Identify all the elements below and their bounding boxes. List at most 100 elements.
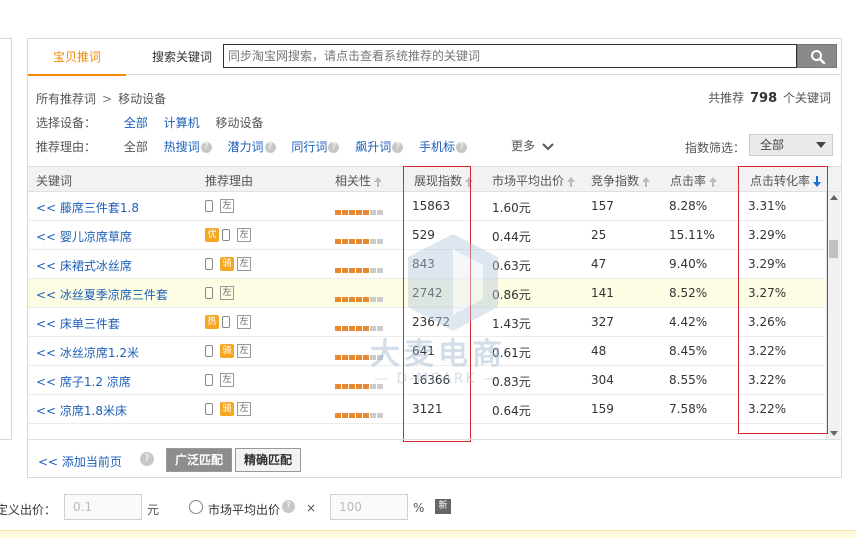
reason-tag: 左 [220,285,234,300]
relevance-segment [335,326,341,331]
caret-down-icon [816,142,826,148]
percent-input[interactable]: 100 [330,494,408,520]
help-icon[interactable]: ? [200,142,212,153]
header-avg-bid[interactable]: 市场平均出价 [492,172,576,189]
competition-cell: 304 [591,373,614,387]
breadcrumb: 所有推荐词 > 移动设备 [36,90,166,107]
help-icon[interactable]: ? [282,500,295,513]
header-show-index[interactable]: 展现指数 [414,172,474,189]
help-icon[interactable]: ? [456,142,468,153]
table-row[interactable]: << 婴儿凉席草席优左 529 0.44元 25 15.11% 3.29% [28,221,825,250]
table-row[interactable]: << 藤席三件套1.8 左 15863 1.60元 157 8.28% 3.31% [28,192,825,221]
keyword-link[interactable]: << 席子1.2 凉席 [36,373,131,390]
scroll-down-icon[interactable] [830,431,838,436]
help-icon[interactable]: ? [328,142,340,153]
breadcrumb-root[interactable]: 所有推荐词 [36,92,96,106]
relevance-bar [335,378,384,392]
reason-option-rising-label: 飙升词 [355,140,392,154]
tab-item-recommend[interactable]: 宝贝推词 [28,39,126,76]
keyword-link[interactable]: << 婴儿凉席草席 [36,228,132,245]
mobile-icon [205,402,213,415]
custom-bid-label: 定义出价： [0,503,57,517]
reason-tag: 左 [237,256,251,271]
keyword-link[interactable]: << 床裙式冰丝席 [36,257,132,274]
custom-bid-input[interactable]: 0.1 [64,494,142,520]
show-index-cell: 15863 [412,199,451,213]
cvr-cell: 3.27% [748,286,787,300]
relevance-segment [342,355,348,360]
keyword-link[interactable]: << 床单三件套 [36,315,120,332]
broad-match-button[interactable]: 广泛匹配 [166,448,233,472]
header-relevance[interactable]: 相关性 [335,172,383,189]
search-button[interactable] [797,44,837,68]
ctr-cell: 8.55% [669,373,708,387]
competition-cell: 48 [591,344,607,358]
exact-match-button[interactable]: 精确匹配 [235,448,302,472]
cvr-cell: 3.26% [748,315,787,329]
header-relevance-label: 相关性 [335,174,372,188]
ctr-cell: 4.42% [669,315,708,329]
scroll-up-icon[interactable] [830,195,838,200]
help-icon[interactable]: ? [392,142,404,153]
table-row[interactable]: << 冰丝凉席1.2米 骑左 641 0.61元 48 8.45% 3.22% [28,337,825,366]
ctr-cell: 7.58% [669,402,708,416]
keyword-link[interactable]: << 冰丝凉席1.2米 [36,344,139,361]
relevance-segment [335,297,341,302]
reason-option-hot[interactable]: 热搜词? [164,138,212,155]
relevance-segment [349,355,355,360]
reason-tag: 左 [220,372,234,387]
header-competition[interactable]: 竞争指数 [591,172,651,189]
relevance-segment [356,210,362,215]
relevance-segment [370,210,376,215]
device-option-mobile[interactable]: 移动设备 [216,114,264,131]
reason-option-rising[interactable]: 飙升词? [355,138,404,155]
sort-down-icon [813,176,822,187]
relevance-segment [370,355,376,360]
relevance-segment [349,239,355,244]
keyword-link[interactable]: << 凉席1.8米床 [36,402,127,419]
help-icon[interactable]: ? [264,142,276,153]
cvr-cell: 3.31% [748,199,787,213]
table-row[interactable]: << 席子1.2 凉席 左 16366 0.83元 304 8.55% 3.22% [28,366,825,395]
relevance-segment [377,326,383,331]
device-filter-label: 选择设备： [36,116,97,130]
sort-up-icon [374,176,383,187]
show-index-cell: 3121 [412,402,443,416]
relevance-segment [356,413,362,418]
avg-bid-cell: 0.83元 [492,375,531,389]
relevance-segment [342,210,348,215]
add-current-page-link[interactable]: << 添加当前页 [38,453,122,470]
keyword-search-box[interactable] [223,44,797,68]
index-filter-select[interactable]: 全部 [749,134,833,156]
multiply-sign: × [306,501,317,515]
header-cvr[interactable]: 点击转化率 [750,172,822,189]
header-ctr[interactable]: 点击率 [670,172,718,189]
total-suffix: 个关键词 [782,91,831,105]
more-label: 更多 [511,139,536,153]
device-option-computer[interactable]: 计算机 [164,114,200,131]
device-option-all[interactable]: 全部 [124,114,148,131]
reason-badge: 热 [205,314,219,329]
table-scrollbar[interactable] [826,192,840,439]
table-row[interactable]: << 凉席1.8米床 骑左 3121 0.64元 159 7.58% 3.22% [28,395,825,424]
relevance-segment [356,297,362,302]
relevance-bar [335,262,384,276]
reason-option-potential[interactable]: 潜力词? [228,138,276,155]
relevance-segment [363,210,369,215]
table-row[interactable]: << 床裙式冰丝席 骑左 843 0.63元 47 9.40% 3.29% [28,250,825,279]
scroll-thumb[interactable] [829,240,838,258]
keyword-link[interactable]: << 冰丝夏季凉席三件套 [36,286,168,303]
table-row[interactable]: << 冰丝夏季凉席三件套 左 2742 0.86元 141 8.52% 3.27% [28,279,825,308]
table-row[interactable]: << 床单三件套热左 23672 1.43元 327 4.42% 3.26% [28,308,825,337]
show-index-cell: 843 [412,257,435,271]
keyword-link[interactable]: << 藤席三件套1.8 [36,199,139,216]
reason-option-mobile-tag[interactable]: 手机标? [419,138,468,155]
search-input[interactable] [224,45,796,67]
market-avg-radio[interactable] [189,500,203,514]
relevance-segment [370,239,376,244]
reason-option-peer[interactable]: 同行词? [291,138,340,155]
reason-option-all[interactable]: 全部 [124,138,148,155]
more-reasons-toggle[interactable]: 更多 [511,137,554,154]
help-icon[interactable]: ? [140,452,154,466]
tab-search-keywords[interactable]: 搜索关键词 [136,39,228,75]
